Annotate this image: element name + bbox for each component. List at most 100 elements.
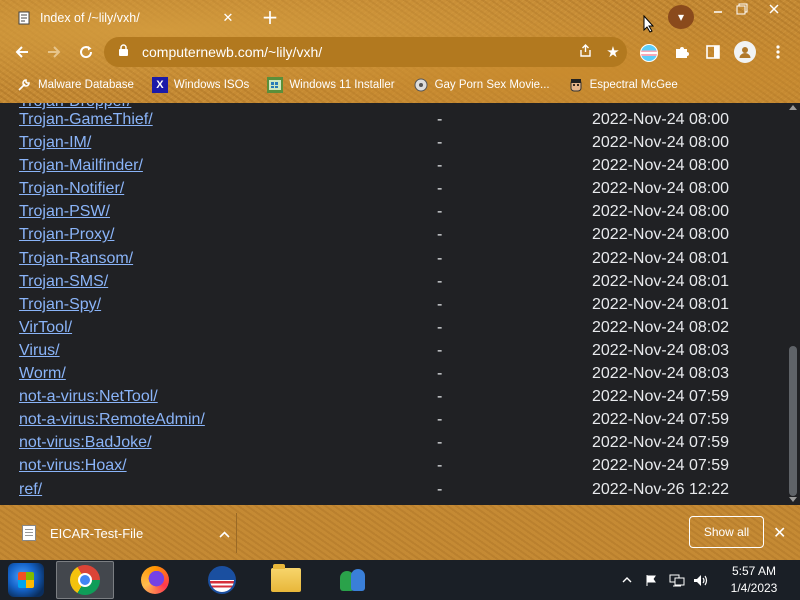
table-row: ref/ - 2022-Nov-26 12:22 [0,480,786,503]
date-cell: 2022-Nov-24 08:00 [592,226,729,244]
share-icon[interactable] [571,43,599,62]
restore-button[interactable] [727,0,757,18]
volume-icon[interactable] [693,560,709,600]
directory-link[interactable]: Trojan-Spy/ [19,296,101,314]
directory-link[interactable]: Trojan-IM/ [19,134,91,152]
directory-link[interactable]: Virus/ [19,342,60,360]
start-button[interactable] [8,563,44,597]
url-text[interactable]: computernewb.com/~lily/vxh/ [142,44,571,60]
date-cell: 2022-Nov-24 08:00 [592,180,729,198]
clock-date: 1/4/2023 [730,581,778,595]
size-cell: - [437,480,443,498]
directory-link[interactable]: ref/ [19,481,42,499]
network-icon[interactable] [669,560,685,600]
date-cell: 2022-Nov-24 08:01 [592,249,729,267]
reload-button[interactable] [74,40,98,64]
new-tab-button[interactable]: + [258,6,282,30]
tab-close-icon[interactable]: ✕ [220,11,236,26]
directory-link[interactable]: Trojan-Ransom/ [19,250,133,268]
scroll-down-arrow-icon[interactable] [789,497,797,502]
bookmark-espectral-mcgee[interactable]: Espectral McGee [568,77,678,93]
directory-link[interactable]: not-virus:BadJoke/ [19,434,152,452]
bookmark-windows-11-installer[interactable]: Windows 11 Installer [267,77,395,93]
system-clock[interactable]: 5:57 AM 1/4/2023 [715,563,793,597]
table-row: Worm/ - 2022-Nov-24 08:03 [0,364,786,387]
table-row: not-a-virus:NetTool/ - 2022-Nov-24 07:59 [0,387,786,410]
browser-chrome: Index of /~lily/vxh/ ✕ + ▾ computernewb.… [0,0,800,103]
menu-kebab-icon[interactable] [766,40,790,64]
taskbar-app-firefox[interactable] [126,561,184,599]
directory-link[interactable]: Trojan-SMS/ [19,273,108,291]
directory-link[interactable]: not-a-virus:NetTool/ [19,388,158,406]
directory-link[interactable]: not-a-virus:RemoteAdmin/ [19,411,205,429]
date-cell: 2022-Nov-24 08:01 [592,272,729,290]
bookmark-gay-porn-sex-movie[interactable]: Gay Porn Sex Movie... [413,77,550,93]
size-cell: - [437,457,443,475]
forward-button[interactable] [42,40,66,64]
bookmark-label: Malware Database [38,79,134,91]
size-cell: - [437,318,443,336]
lock-icon[interactable] [118,44,132,60]
directory-link[interactable]: Worm/ [19,365,66,383]
profile-avatar-icon[interactable] [734,41,756,63]
address-bar[interactable]: computernewb.com/~lily/vxh/ ★ [104,37,627,67]
bookmark-label: Gay Porn Sex Movie... [434,79,550,91]
back-button[interactable] [10,40,34,64]
bookmark-label: Windows ISOs [173,79,250,91]
chevron-up-icon[interactable] [214,526,234,541]
directory-link[interactable]: Trojan-Mailfinder/ [19,157,143,175]
clock-time: 5:57 AM [731,564,777,578]
taskbar-app-obama[interactable] [193,561,251,599]
size-cell: - [437,388,443,406]
close-icon[interactable]: ✕ [773,523,786,542]
directory-link[interactable]: VirTool/ [19,319,72,337]
tab-search-chevron-icon[interactable]: ▾ [668,5,694,29]
disc-icon [413,77,429,93]
action-center-flag-icon[interactable] [645,560,657,600]
date-cell: 2022-Nov-24 07:59 [592,457,729,475]
bookmarks-bar: Malware Database X Windows ISOs Windows … [0,72,800,98]
scrollbar-thumb[interactable] [789,346,797,496]
show-all-button[interactable]: Show all [689,516,764,548]
window-close-button[interactable] [759,0,789,18]
date-cell: 2022-Nov-24 07:59 [592,411,729,429]
tab-title: Index of /~lily/vxh/ [40,11,140,25]
download-filename: EICAR-Test-File [50,525,144,541]
size-cell: - [437,295,443,313]
directory-link[interactable]: Trojan-Notifier/ [19,180,124,198]
bookmark-windows-isos[interactable]: X Windows ISOs [151,77,250,93]
taskbar-app-chrome[interactable] [56,561,114,599]
download-shelf: EICAR-Test-File Show all ✕ [0,505,800,560]
bookmark-star-icon[interactable]: ★ [599,43,627,61]
page-scrollbar[interactable] [786,103,800,505]
taskbar-app-messenger[interactable] [324,561,382,599]
table-row: Trojan-Mailfinder/ - 2022-Nov-24 08:00 [0,156,786,179]
wrench-icon [16,77,32,93]
trans-flag-extension-icon[interactable] [640,44,658,62]
mouse-cursor-icon [643,14,655,37]
size-cell: - [437,365,443,383]
scroll-up-arrow-icon[interactable] [789,105,797,110]
directory-link[interactable]: not-virus:Hoax/ [19,457,127,475]
size-cell: - [437,134,443,152]
side-panel-icon[interactable] [701,40,725,64]
date-cell: 2022-Nov-26 12:22 [592,480,729,498]
directory-link[interactable]: Trojan-PSW/ [19,203,110,221]
directory-link[interactable]: Trojan-GameThief/ [19,111,153,129]
size-cell: - [437,111,443,128]
date-cell: 2022-Nov-24 08:00 [592,203,729,221]
tray-overflow-chevron-icon[interactable] [622,560,632,600]
taskbar-app-explorer[interactable] [257,561,315,599]
table-row: Virus/ - 2022-Nov-24 08:03 [0,341,786,364]
bookmark-label: Windows 11 Installer [289,79,395,91]
tab-active[interactable]: Index of /~lily/vxh/ ✕ [8,3,244,33]
download-item[interactable]: EICAR-Test-File [14,518,234,548]
size-cell: - [437,203,443,221]
file-icon [22,525,36,541]
date-cell: 2022-Nov-24 08:01 [592,295,729,313]
folder-icon [271,564,301,592]
table-row: Trojan-Notifier/ - 2022-Nov-24 08:00 [0,179,786,202]
bookmark-malware-database[interactable]: Malware Database [16,77,134,93]
extensions-puzzle-icon[interactable] [670,40,694,64]
directory-link[interactable]: Trojan-Proxy/ [19,226,114,244]
